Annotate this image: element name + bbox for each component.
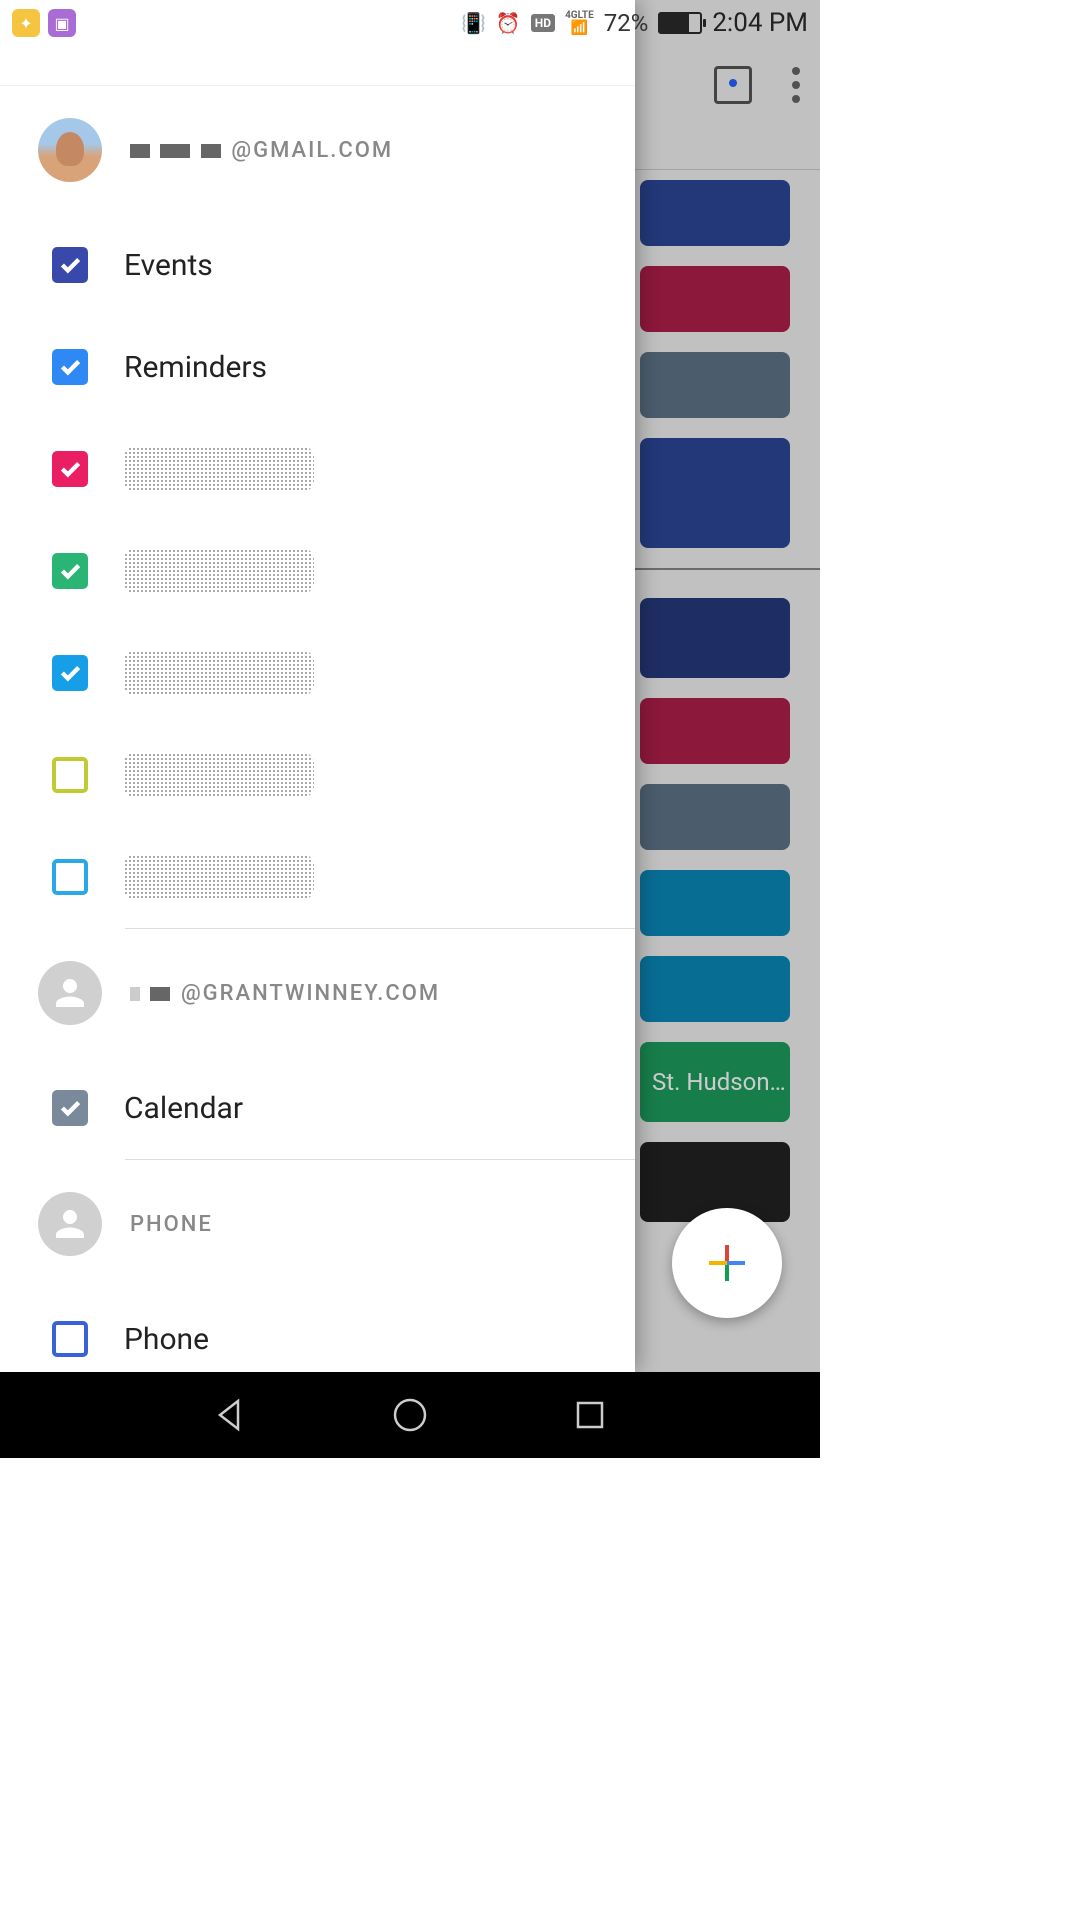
status-time: 2:04 PM: [712, 8, 808, 38]
account-email: @GMAIL.COM: [130, 138, 393, 163]
checkbox[interactable]: [52, 349, 88, 385]
calendar-name-redacted: [124, 447, 314, 491]
calendar-name: Events: [124, 248, 213, 283]
battery-icon: [658, 12, 702, 34]
avatar: [38, 961, 102, 1025]
calendar-name: Calendar: [124, 1091, 243, 1126]
calendar-name-redacted: [124, 753, 314, 797]
notification-icon: ▣: [48, 9, 76, 37]
calendar-name: Reminders: [124, 350, 267, 385]
calendar-toggle-item[interactable]: Phone: [0, 1288, 635, 1372]
checkbox[interactable]: [52, 1090, 88, 1126]
account-header[interactable]: @GMAIL.COM: [0, 86, 635, 214]
recents-button[interactable]: [570, 1395, 610, 1435]
checkbox[interactable]: [52, 247, 88, 283]
avatar: [38, 118, 102, 182]
calendar-toggle-item[interactable]: [0, 622, 635, 724]
battery-percent: 72%: [604, 9, 649, 37]
calendar-toggle-item[interactable]: Events: [0, 214, 635, 316]
account-header[interactable]: PHONE: [0, 1160, 635, 1288]
plus-icon: [703, 1239, 751, 1287]
fab-create[interactable]: [672, 1208, 782, 1318]
calendar-toggle-item[interactable]: [0, 418, 635, 520]
checkbox[interactable]: [52, 655, 88, 691]
checkbox[interactable]: [52, 553, 88, 589]
calendar-name-redacted: [124, 549, 314, 593]
calendar-name: Phone: [124, 1322, 209, 1357]
checkbox[interactable]: [52, 451, 88, 487]
vibrate-icon: 📳: [461, 11, 486, 35]
hd-badge: HD: [531, 14, 555, 32]
avatar: [38, 1192, 102, 1256]
home-button[interactable]: [390, 1395, 430, 1435]
calendar-name-redacted: [124, 651, 314, 695]
checkbox[interactable]: [52, 859, 88, 895]
checkbox[interactable]: [52, 757, 88, 793]
system-nav-bar: [0, 1372, 820, 1458]
calendar-toggle-item[interactable]: Calendar: [0, 1057, 635, 1159]
navigation-drawer: @GMAIL.COM Events Reminders @GRANTWINNEY.C…: [0, 0, 635, 1372]
calendar-toggle-item[interactable]: [0, 724, 635, 826]
back-button[interactable]: [210, 1395, 250, 1435]
alarm-icon: ⏰: [496, 11, 521, 35]
account-header[interactable]: @GRANTWINNEY.COM: [0, 929, 635, 1057]
calendar-toggle-item[interactable]: [0, 826, 635, 928]
calendar-toggle-item[interactable]: Reminders: [0, 316, 635, 418]
signal-icon: 📶: [571, 21, 588, 35]
account-email: PHONE: [130, 1212, 213, 1237]
calendar-name-redacted: [124, 855, 314, 899]
account-email: @GRANTWINNEY.COM: [130, 981, 440, 1006]
status-bar: ✦ ▣ 📳 ⏰ HD 4GLTE 📶 72% 2:04 PM: [0, 0, 820, 46]
calendar-toggle-item[interactable]: [0, 520, 635, 622]
checkbox[interactable]: [52, 1321, 88, 1357]
notification-icon: ✦: [12, 9, 40, 37]
